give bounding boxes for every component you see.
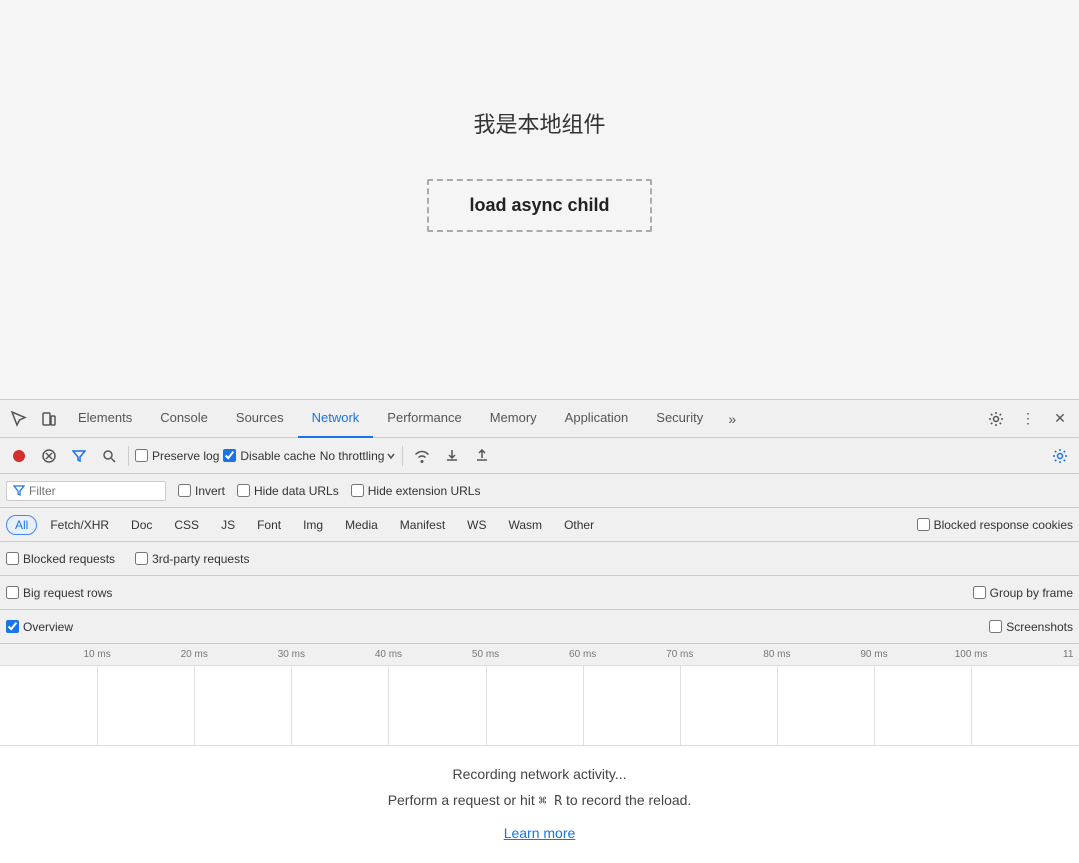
- disable-cache-checkbox[interactable]: [223, 449, 236, 462]
- options-row-3: Overview Screenshots: [0, 610, 1079, 644]
- third-party-checkbox[interactable]: [135, 552, 148, 565]
- settings-gear-btn[interactable]: [981, 404, 1011, 434]
- type-media-btn[interactable]: Media: [336, 515, 387, 535]
- keyboard-shortcut: ⌘ R: [539, 794, 562, 809]
- group-by-frame-label[interactable]: Group by frame: [973, 586, 1073, 600]
- online-status-btn[interactable]: [409, 443, 435, 469]
- tab-memory[interactable]: Memory: [476, 400, 551, 438]
- load-async-button[interactable]: load async child: [427, 179, 651, 232]
- tick-80ms: 80 ms: [763, 649, 790, 660]
- learn-more-anchor[interactable]: Learn more: [504, 825, 576, 841]
- network-toolbar: Preserve log Disable cache No throttling: [0, 438, 1079, 474]
- tab-application[interactable]: Application: [551, 400, 643, 438]
- filter-icon: [13, 485, 25, 497]
- blocked-cookies-checkbox[interactable]: [917, 518, 930, 531]
- network-settings-btn[interactable]: [1047, 443, 1073, 469]
- screenshots-label[interactable]: Screenshots: [989, 620, 1073, 634]
- blocked-requests-label[interactable]: Blocked requests: [6, 552, 115, 566]
- tick-40ms: 40 ms: [375, 649, 402, 660]
- tick-110ms: 11: [1063, 649, 1073, 660]
- filter-btn[interactable]: [66, 443, 92, 469]
- device-toolbar-btn[interactable]: [34, 404, 64, 434]
- timeline-header: 10 ms 20 ms 30 ms 40 ms 50 ms 60 ms 70 m…: [0, 644, 1079, 666]
- timeline-ticks: 10 ms 20 ms 30 ms 40 ms 50 ms 60 ms 70 m…: [0, 644, 1079, 665]
- tick-90ms: 90 ms: [860, 649, 887, 660]
- type-js-btn[interactable]: JS: [212, 515, 244, 535]
- export-btn[interactable]: [469, 443, 495, 469]
- big-rows-label[interactable]: Big request rows: [6, 586, 112, 600]
- timeline-chart[interactable]: [0, 666, 1079, 746]
- invert-checkbox[interactable]: [178, 484, 191, 497]
- tick-70ms: 70 ms: [666, 649, 693, 660]
- tick-50ms: 50 ms: [472, 649, 499, 660]
- hide-data-urls-label[interactable]: Hide data URLs: [237, 484, 339, 498]
- type-font-btn[interactable]: Font: [248, 515, 290, 535]
- type-img-btn[interactable]: Img: [294, 515, 332, 535]
- blocked-cookies-label[interactable]: Blocked response cookies: [917, 518, 1073, 532]
- tab-network[interactable]: Network: [298, 400, 374, 438]
- tick-100ms: 100 ms: [955, 649, 988, 660]
- page-title: 我是本地组件: [473, 107, 605, 139]
- network-empty-state: Recording network activity... Perform a …: [0, 746, 1079, 863]
- tick-20ms: 20 ms: [181, 649, 208, 660]
- hint-text: Perform a request or hit ⌘ R to record t…: [388, 792, 692, 809]
- options-row-1: Blocked requests 3rd-party requests: [0, 542, 1079, 576]
- filter-input-wrap[interactable]: [6, 481, 166, 501]
- toolbar-divider-2: [402, 446, 403, 466]
- tick-30ms: 30 ms: [278, 649, 305, 660]
- hide-extension-urls-checkbox[interactable]: [351, 484, 364, 497]
- toolbar-divider-1: [128, 446, 129, 466]
- type-manifest-btn[interactable]: Manifest: [391, 515, 454, 535]
- filter-input[interactable]: [29, 484, 149, 498]
- page-content: 我是本地组件 load async child: [0, 0, 1079, 399]
- type-doc-btn[interactable]: Doc: [122, 515, 161, 535]
- type-all-btn[interactable]: All: [6, 515, 37, 535]
- search-btn[interactable]: [96, 443, 122, 469]
- tab-performance[interactable]: Performance: [373, 400, 475, 438]
- type-css-btn[interactable]: CSS: [165, 515, 208, 535]
- screenshots-checkbox[interactable]: [989, 620, 1002, 633]
- inspect-icon-btn[interactable]: [4, 404, 34, 434]
- tick-10ms: 10 ms: [83, 649, 110, 660]
- type-ws-btn[interactable]: WS: [458, 515, 495, 535]
- import-btn[interactable]: [439, 443, 465, 469]
- hide-extension-urls-label[interactable]: Hide extension URLs: [351, 484, 481, 498]
- customize-btn[interactable]: ⋮: [1013, 404, 1043, 434]
- recording-text: Recording network activity...: [452, 766, 626, 782]
- clear-btn[interactable]: [36, 443, 62, 469]
- options-row-2: Big request rows Group by frame: [0, 576, 1079, 610]
- type-wasm-btn[interactable]: Wasm: [500, 515, 552, 535]
- big-rows-checkbox[interactable]: [6, 586, 19, 599]
- preserve-log-checkbox[interactable]: [135, 449, 148, 462]
- preserve-log-label[interactable]: Preserve log: [135, 449, 219, 463]
- devtools-panel: Elements Console Sources Network Perform…: [0, 399, 1079, 863]
- invert-check-label[interactable]: Invert: [178, 484, 225, 498]
- tab-console[interactable]: Console: [146, 400, 222, 438]
- tick-60ms: 60 ms: [569, 649, 596, 660]
- record-stop-btn[interactable]: [6, 443, 32, 469]
- tab-sources[interactable]: Sources: [222, 400, 298, 438]
- tab-elements[interactable]: Elements: [64, 400, 146, 438]
- more-tabs-btn[interactable]: »: [717, 404, 747, 434]
- close-devtools-btn[interactable]: ✕: [1045, 404, 1075, 434]
- devtools-tab-bar: Elements Console Sources Network Perform…: [0, 400, 1079, 438]
- third-party-label[interactable]: 3rd-party requests: [135, 552, 249, 566]
- group-by-frame-checkbox[interactable]: [973, 586, 986, 599]
- type-fetch-xhr-btn[interactable]: Fetch/XHR: [41, 515, 118, 535]
- type-other-btn[interactable]: Other: [555, 515, 603, 535]
- tab-security[interactable]: Security: [642, 400, 717, 438]
- hide-data-urls-checkbox[interactable]: [237, 484, 250, 497]
- disable-cache-label[interactable]: Disable cache: [223, 449, 315, 463]
- overview-checkbox[interactable]: [6, 620, 19, 633]
- learn-more-link[interactable]: Learn more: [504, 825, 576, 843]
- overview-label[interactable]: Overview: [6, 620, 73, 634]
- blocked-requests-checkbox[interactable]: [6, 552, 19, 565]
- type-filter-row: All Fetch/XHR Doc CSS JS Font Img Media …: [0, 508, 1079, 542]
- throttle-select[interactable]: No throttling: [320, 449, 397, 463]
- filter-row: Invert Hide data URLs Hide extension URL…: [0, 474, 1079, 508]
